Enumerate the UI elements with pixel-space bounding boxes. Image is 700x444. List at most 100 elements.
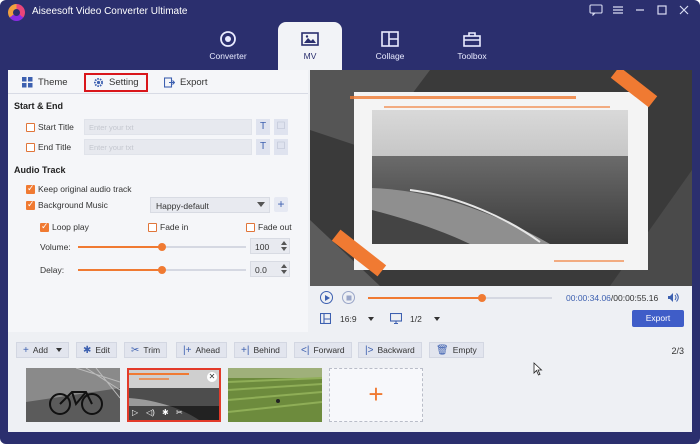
tab-setting[interactable]: Setting [84,73,148,92]
ahead-icon: |+ [183,344,192,356]
bicycle-image [26,368,120,422]
edit-icon: ✱ [83,344,92,356]
forward-icon: <| [301,344,310,356]
behind-button[interactable]: +| Behind [234,342,287,358]
end-title-font-button[interactable]: T [256,139,270,155]
fade-out-checkbox[interactable] [246,223,255,232]
title-bar: Aiseesoft Video Converter Ultimate [0,0,700,24]
end-title-input[interactable]: Enter your txt [84,139,252,155]
decrement-icon[interactable] [281,270,287,274]
app-window: Aiseesoft Video Converter Ultimate Conve… [0,0,700,444]
end-title-checkbox[interactable] [26,143,35,152]
trim-button[interactable]: ✂ Trim [124,342,168,358]
play-icon[interactable]: ▷ [132,408,138,417]
volume-slider-fill [78,246,162,248]
maximize-icon[interactable] [654,4,670,18]
end-title-label: End Title [38,142,72,152]
backward-button[interactable]: |> Backward [358,342,422,358]
mute-icon[interactable]: ◁) [146,408,155,417]
mv-icon [301,32,319,46]
chat-icon[interactable] [588,4,604,18]
add-music-button[interactable]: + [274,197,288,212]
tab-mv[interactable]: MV [278,22,342,70]
tab-mv-label: MV [303,51,317,61]
trim-label: Trim [143,345,161,355]
start-title-edit-button[interactable]: ☐ [274,119,288,135]
clip-thumbnail-field[interactable] [228,368,322,422]
end-title-edit-button[interactable]: ☐ [274,139,288,155]
tab-export[interactable]: Export [164,74,207,91]
edit-button[interactable]: ✱ Edit [76,342,118,358]
sub-tabs: Theme Setting Export [8,70,308,94]
add-button[interactable]: + Add [16,342,69,358]
forward-label: Forward [313,345,345,355]
remove-clip-icon[interactable]: ✕ [207,372,217,382]
decrement-icon[interactable] [281,247,287,251]
edit-icon[interactable]: ✱ [162,408,169,417]
behind-icon: +| [241,344,250,356]
clip-timeline: ▷ ◁) ✱ ✂ ✕ + [8,362,692,432]
start-title-label: Start Title [38,122,74,132]
clip-thumbnail-bicycle[interactable] [26,368,120,422]
loop-play-label: Loop play [52,222,89,232]
export-button[interactable]: Export [632,310,684,327]
fade-in-checkbox[interactable] [148,223,157,232]
add-clip-button[interactable]: + [329,368,423,422]
increment-icon[interactable] [281,241,287,245]
tab-setting-label: Setting [109,77,139,88]
empty-button[interactable]: 🗑 Empty [429,342,484,358]
minimize-icon[interactable] [632,4,648,18]
start-title-font-button[interactable]: T [256,119,270,135]
scissors-icon[interactable]: ✂ [176,408,183,417]
ahead-button[interactable]: |+ Ahead [176,342,228,358]
page-value[interactable]: 1/2 [410,314,422,324]
playback-progress-bar[interactable] [368,294,552,302]
clip-thumbnail-beach[interactable]: ▷ ◁) ✱ ✂ ✕ [127,368,221,422]
mouse-cursor-icon [533,362,543,376]
toolbox-icon [463,32,481,47]
tab-converter[interactable]: Converter [196,22,260,70]
keep-original-checkbox[interactable] [26,183,35,194]
volume-slider[interactable] [78,243,246,251]
stop-icon [346,295,352,301]
tab-collage[interactable]: Collage [358,22,422,70]
chevron-down-icon[interactable] [434,317,440,321]
theme-icon [22,77,33,88]
tab-toolbox[interactable]: Toolbox [440,22,504,70]
loop-play-checkbox[interactable] [40,221,49,232]
volume-icon[interactable] [667,292,679,303]
window-controls [588,4,692,18]
menu-icon[interactable] [610,4,626,18]
plus-icon: + [368,379,384,409]
play-icon [325,295,330,301]
background-music-select[interactable]: Happy-default [150,197,270,213]
play-button[interactable] [320,291,333,304]
volume-stepper[interactable]: 100 [250,238,290,254]
start-title-input[interactable]: Enter your txt [84,119,252,135]
volume-slider-knob[interactable] [158,243,166,251]
ahead-label: Ahead [195,345,221,355]
settings-panel: Theme Setting Export Start & End Start T… [8,70,308,332]
tab-theme[interactable]: Theme [22,74,68,91]
beach-image [129,370,219,420]
app-logo-icon [8,4,25,21]
playback-progress-knob[interactable] [478,294,487,302]
tab-collage-label: Collage [375,51,405,61]
close-icon[interactable] [676,4,692,18]
delay-stepper[interactable]: 0.0 [250,261,290,277]
background-music-checkbox[interactable] [26,199,35,210]
increment-icon[interactable] [281,264,287,268]
content-area: Theme Setting Export Start & End Start T… [8,70,692,332]
aspect-ratio-value[interactable]: 16:9 [340,314,357,324]
chevron-down-icon[interactable] [368,317,374,321]
scissors-icon: ✂ [131,344,140,356]
delay-slider[interactable] [78,266,246,274]
forward-button[interactable]: <| Forward [294,342,352,358]
stop-button[interactable] [342,291,355,304]
collage-icon [381,31,399,47]
start-title-checkbox[interactable] [26,123,35,132]
keep-original-label: Keep original audio track [38,184,132,194]
export-icon [164,77,175,88]
delay-slider-knob[interactable] [158,266,166,274]
clip-page-count: 2/3 [671,346,684,356]
